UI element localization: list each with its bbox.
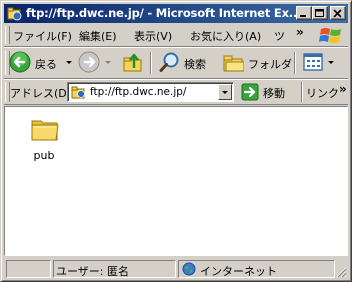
- window-title: ftp://ftp.dwc.ne.jp/ - Microsoft Interne…: [26, 6, 296, 20]
- menu-overflow-chevron[interactable]: »: [296, 25, 304, 39]
- status-bar: ユーザー: 匿名 インターネット: [4, 259, 348, 279]
- toolbar-separator: [150, 52, 152, 74]
- go-button[interactable]: 移動: [241, 83, 297, 101]
- address-dropdown-button[interactable]: [218, 84, 232, 100]
- standard-toolbar: 戻る 検索 フォルダ: [4, 48, 348, 79]
- links-overflow-chevron[interactable]: »: [339, 82, 347, 96]
- up-folder-icon[interactable]: [122, 51, 144, 73]
- close-button[interactable]: [330, 6, 346, 20]
- toolbar-separator: [294, 52, 296, 74]
- address-label: アドレス(D): [10, 87, 72, 100]
- search-button-label[interactable]: 検索: [184, 56, 206, 72]
- back-dropdown-arrow[interactable]: [66, 61, 72, 64]
- folder-name: pub: [33, 149, 55, 162]
- title-bar[interactable]: ftp://ftp.dwc.ne.jp/ - Microsoft Interne…: [4, 4, 348, 23]
- menu-bar: ファイル(F) 編集(E) 表示(V) お気に入り(A) ツ »: [4, 24, 348, 47]
- menu-tools[interactable]: ツ: [274, 28, 285, 44]
- address-value: ftp://ftp.dwc.ne.jp/: [90, 86, 187, 98]
- minimize-button[interactable]: [296, 6, 312, 20]
- views-dropdown-arrow[interactable]: [328, 61, 334, 64]
- maximize-button[interactable]: [312, 6, 328, 20]
- folder-icon: [31, 120, 59, 141]
- go-arrow-icon: [241, 83, 259, 101]
- address-input[interactable]: ftp://ftp.dwc.ne.jp/: [67, 82, 234, 102]
- address-bar: アドレス(D) ftp://ftp.dwc.ne.jp/ 移動 リンク »: [4, 80, 348, 105]
- menu-bar-handle[interactable]: [5, 26, 10, 44]
- zone-status: インターネット: [200, 265, 277, 278]
- browser-window: ftp://ftp.dwc.ne.jp/ - Microsoft Interne…: [0, 0, 352, 282]
- maximize-icon: [315, 9, 324, 17]
- windows-logo-icon: [319, 28, 341, 43]
- folders-button-label[interactable]: フォルダ: [248, 56, 292, 72]
- forward-arrow-icon[interactable]: [78, 51, 100, 73]
- ftp-folder-icon: [71, 86, 85, 99]
- address-separator: [301, 82, 303, 102]
- status-pane-user: ユーザー: 匿名: [53, 260, 176, 278]
- status-pane-main: [6, 260, 51, 278]
- menu-edit[interactable]: 編集(E): [79, 28, 117, 44]
- menu-favorites[interactable]: お気に入り(A): [190, 28, 261, 44]
- menu-file[interactable]: ファイル(F): [13, 28, 72, 44]
- status-pane-zone: インターネット: [178, 260, 335, 278]
- search-icon[interactable]: [159, 51, 181, 73]
- ftp-folder-icon: [7, 7, 22, 21]
- back-button-label[interactable]: 戻る: [35, 56, 57, 72]
- close-icon: [333, 9, 342, 18]
- views-icon[interactable]: [303, 53, 323, 71]
- go-button-label: 移動: [263, 87, 285, 100]
- user-status: ユーザー: 匿名: [56, 265, 129, 278]
- back-arrow-icon[interactable]: [9, 51, 31, 73]
- menu-view[interactable]: 表示(V): [134, 28, 172, 44]
- resize-grip-icon[interactable]: [335, 266, 347, 278]
- forward-dropdown-arrow[interactable]: [105, 61, 111, 64]
- minimize-icon: [300, 15, 306, 17]
- internet-zone-globe-icon: [182, 262, 196, 276]
- list-item[interactable]: pub: [21, 113, 67, 163]
- links-button[interactable]: リンク: [306, 85, 339, 101]
- file-list-view[interactable]: pub: [4, 106, 348, 256]
- folders-icon[interactable]: [222, 51, 244, 73]
